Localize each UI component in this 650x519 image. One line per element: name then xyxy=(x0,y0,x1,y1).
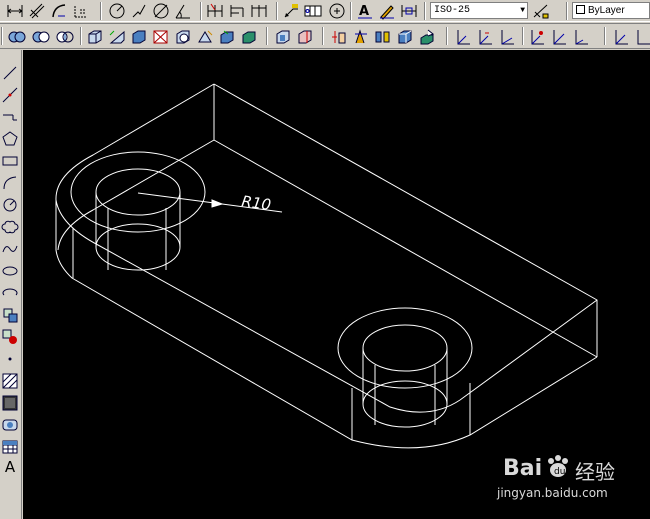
view-back-icon[interactable] xyxy=(550,28,568,46)
paw-logo-icon: du xyxy=(545,454,571,480)
dimension-toolbar: A ISO-25 ▼ ByLayer xyxy=(0,0,650,22)
table-icon[interactable] xyxy=(1,438,19,456)
left-hole-bottom xyxy=(95,223,181,271)
chevron-down-icon: ▼ xyxy=(520,6,525,15)
view-front-icon[interactable] xyxy=(528,28,546,46)
draw-toolbar: A xyxy=(0,50,22,519)
bottom-face-outline xyxy=(55,200,598,449)
dim-angular-icon[interactable] xyxy=(174,2,192,20)
isometric-part-drawing: R10 xyxy=(55,83,598,449)
watermark-suffix: 经验 xyxy=(575,460,615,484)
dimstyle-value: ISO-25 xyxy=(434,5,471,16)
left-hole-walls xyxy=(95,192,181,247)
ellipse-arc-icon[interactable] xyxy=(1,284,19,302)
make-block-icon[interactable] xyxy=(1,328,19,346)
view-bottom-icon[interactable] xyxy=(454,28,472,46)
svg-text:du: du xyxy=(554,467,565,477)
intersect-icon[interactable] xyxy=(56,28,74,46)
right-hole-inner-walls xyxy=(374,365,436,425)
dimstyle-manager-icon[interactable] xyxy=(532,2,550,20)
ucs-icon[interactable] xyxy=(612,28,630,46)
dim-jogged-icon[interactable] xyxy=(130,2,148,20)
dim-ordinate-icon[interactable] xyxy=(72,2,90,20)
right-hole-walls xyxy=(362,348,448,404)
layer-color-select[interactable]: ByLayer xyxy=(572,2,650,19)
torus-icon[interactable] xyxy=(196,28,214,46)
dim-continue-icon[interactable] xyxy=(250,2,268,20)
circle-icon[interactable] xyxy=(1,196,19,214)
watermark-brand: Bai xyxy=(503,456,543,481)
point-icon[interactable] xyxy=(1,350,19,368)
spline-icon[interactable] xyxy=(1,240,19,258)
dimension-arrowhead xyxy=(211,199,224,208)
region-icon[interactable] xyxy=(1,416,19,434)
view-iso-icon[interactable] xyxy=(572,28,590,46)
dimstyle-select[interactable]: ISO-25 ▼ xyxy=(430,2,528,19)
construction-line-icon[interactable] xyxy=(1,86,19,104)
union-icon[interactable] xyxy=(8,28,26,46)
dim-update-icon[interactable] xyxy=(400,2,418,20)
drawing-canvas[interactable]: R10 xyxy=(23,50,650,519)
sphere-icon[interactable] xyxy=(174,28,192,46)
layer-value: ByLayer xyxy=(588,5,625,16)
view-left-icon[interactable] xyxy=(476,28,494,46)
hatch-icon[interactable] xyxy=(1,372,19,390)
dim-baseline-icon[interactable] xyxy=(228,2,246,20)
bottom-back-edge xyxy=(57,139,215,251)
dim-arc-icon[interactable] xyxy=(50,2,68,20)
watermark-url: jingyan.baidu.com xyxy=(497,486,608,500)
insert-block-icon[interactable] xyxy=(1,306,19,324)
dim-linear-icon[interactable] xyxy=(6,2,24,20)
modeling-toolbar xyxy=(0,23,650,49)
interfere-icon[interactable] xyxy=(352,28,370,46)
extrude-icon[interactable] xyxy=(240,28,258,46)
shell-icon[interactable] xyxy=(396,28,414,46)
ucs-world-icon[interactable] xyxy=(634,28,650,46)
gradient-icon[interactable] xyxy=(1,394,19,412)
bottom-right-edge xyxy=(213,139,598,358)
right-counterbore-outer xyxy=(337,307,473,389)
top-face-outline xyxy=(55,83,598,413)
ellipse-icon[interactable] xyxy=(1,262,19,280)
revolve-icon[interactable] xyxy=(274,28,292,46)
multiline-text-icon[interactable]: A xyxy=(1,458,19,476)
dim-text-edit-icon[interactable] xyxy=(378,2,396,20)
subtract-icon[interactable] xyxy=(32,28,50,46)
wedge-icon[interactable] xyxy=(108,28,126,46)
revision-cloud-icon[interactable] xyxy=(1,218,19,236)
right-counterbore-inner xyxy=(362,324,448,372)
center-mark-icon[interactable] xyxy=(328,2,346,20)
tolerance-icon[interactable] xyxy=(304,2,322,20)
quick-dim-icon[interactable] xyxy=(206,2,224,20)
left-counterbore-inner xyxy=(95,168,181,216)
top-right-edge xyxy=(213,83,598,357)
cone-icon[interactable] xyxy=(130,28,148,46)
view-top-icon[interactable] xyxy=(418,28,436,46)
rectangle-icon[interactable] xyxy=(1,152,19,170)
cylinder-icon[interactable] xyxy=(152,28,170,46)
radius-dimension-text: R10 xyxy=(240,192,272,214)
view-right-icon[interactable] xyxy=(498,28,516,46)
left-hole-inner-walls xyxy=(107,208,167,270)
color-swatch xyxy=(576,5,585,14)
dim-aligned-icon[interactable] xyxy=(28,2,46,20)
line-icon[interactable] xyxy=(1,64,19,82)
polyline-icon[interactable] xyxy=(1,108,19,126)
polygon-icon[interactable] xyxy=(1,130,19,148)
slice-icon[interactable] xyxy=(296,28,314,46)
pyramid-icon[interactable] xyxy=(218,28,236,46)
section-icon[interactable] xyxy=(330,28,348,46)
dim-edit-icon[interactable]: A xyxy=(356,2,374,20)
dim-radius-icon[interactable] xyxy=(108,2,126,20)
extract-edges-icon[interactable] xyxy=(374,28,392,46)
leader-icon[interactable] xyxy=(282,2,300,20)
left-counterbore-outer xyxy=(70,151,206,233)
svg-text:A: A xyxy=(359,4,369,19)
dim-diameter-icon[interactable] xyxy=(152,2,170,20)
box-icon[interactable] xyxy=(86,28,104,46)
arc-icon[interactable] xyxy=(1,174,19,192)
baidu-jingyan-watermark: Bai du 经验 jingyan.baidu.com xyxy=(495,450,645,510)
